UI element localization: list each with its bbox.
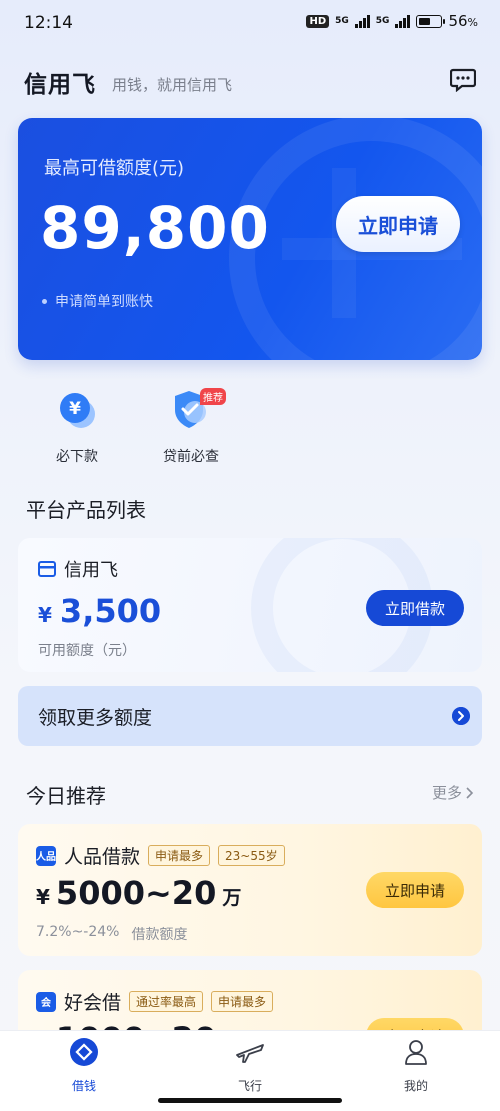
- more-quota-label: 领取更多额度: [38, 706, 153, 729]
- status-time: 12:14: [24, 13, 73, 33]
- battery-text: 56%: [448, 12, 478, 30]
- more-link[interactable]: 更多: [432, 782, 474, 803]
- credit-limit-amount: 89,800: [40, 194, 270, 262]
- borrow-now-button[interactable]: 立即借款: [366, 590, 464, 626]
- credit-limit-card: 最高可借额度(元) 89,800 申请简单到账快 立即申请: [18, 118, 482, 360]
- status-icons: HD 5G 5G 56%: [306, 12, 478, 30]
- credit-card-icon: [38, 561, 56, 577]
- svg-text:¥: ¥: [69, 399, 81, 419]
- airplane-icon: [236, 1044, 264, 1063]
- product-tag: 通过率最高: [129, 991, 204, 1012]
- bottom-nav: 借钱 飞行 我的: [0, 1030, 500, 1111]
- product-name: 信用飞: [64, 560, 118, 581]
- recommend-card-head: 人品 人品借款 申请最多 23~55岁: [36, 842, 285, 869]
- battery-level: [419, 17, 431, 25]
- home-indicator[interactable]: [158, 1098, 342, 1103]
- loan-range: 5000~20: [55, 874, 217, 912]
- product-tag: 23~55岁: [218, 845, 285, 866]
- network-label-1: 5G: [335, 15, 349, 26]
- available-amount: 3,500: [59, 592, 162, 630]
- recommend-section-title: 今日推荐: [26, 784, 106, 808]
- recommend-sub: 7.2%~-24% 借款额度: [36, 924, 187, 944]
- network-label-2: 5G: [375, 15, 390, 26]
- recommend-amount: ¥ 5000~20 万: [36, 874, 241, 912]
- chevron-right-icon: [452, 707, 470, 725]
- recommend-product-name: 人品借款: [64, 846, 141, 868]
- product-logo-icon: 人品: [36, 845, 56, 866]
- app-slogan: 用钱，就用信用飞: [112, 75, 233, 94]
- product-tag: 申请最多: [211, 991, 274, 1012]
- nav-label: 借钱: [71, 1079, 96, 1093]
- yuan-coin-icon: ¥: [60, 393, 95, 428]
- currency-symbol: ¥: [38, 603, 52, 627]
- available-amount-label: 可用额度（元）: [38, 643, 136, 659]
- app-header: 信用飞 用钱，就用信用飞: [24, 62, 476, 102]
- currency-symbol: ¥: [36, 885, 50, 909]
- credit-limit-label: 最高可借额度(元): [44, 158, 185, 179]
- chevron-right-icon: [466, 786, 474, 799]
- interest-rate: 7.2%~-24%: [36, 924, 120, 940]
- battery-icon: [416, 14, 446, 28]
- bullet-dot: [42, 298, 47, 304]
- quick-action-pre-check[interactable]: 推荐 贷前必查: [136, 388, 246, 466]
- nav-tab-borrow[interactable]: 借钱: [24, 1037, 144, 1094]
- nav-tab-profile[interactable]: 我的: [356, 1037, 476, 1094]
- platform-section-title: 平台产品列表: [26, 498, 146, 522]
- more-link-label: 更多: [431, 784, 462, 802]
- quick-actions: ¥ 必下款 推荐 贷前必查: [24, 388, 324, 468]
- quick-action-must-loan[interactable]: ¥ 必下款: [22, 388, 132, 466]
- hero-note: 申请简单到账快: [42, 291, 153, 311]
- profile-icon: [405, 1040, 427, 1065]
- nav-tab-flight[interactable]: 飞行: [190, 1037, 310, 1094]
- nav-label: 我的: [403, 1079, 428, 1093]
- product-amount: ¥ 3,500: [38, 592, 161, 630]
- borrow-icon: [70, 1038, 98, 1066]
- nav-label: 飞行: [237, 1079, 262, 1093]
- product-tag: 申请最多: [148, 845, 211, 866]
- app-title: 信用飞: [24, 72, 96, 98]
- recommend-card-head: 会 好会借 通过率最高 申请最多: [36, 988, 274, 1015]
- product-card[interactable]: 信用飞 ¥ 3,500 可用额度（元） 立即借款: [18, 538, 482, 672]
- recommend-badge: 推荐: [200, 388, 226, 405]
- apply-now-button[interactable]: 立即申请: [366, 872, 464, 908]
- quick-action-label: 必下款: [56, 449, 98, 465]
- recommend-card[interactable]: 人品 人品借款 申请最多 23~55岁 ¥ 5000~20 万 7.2%~-24…: [18, 824, 482, 956]
- chat-bubble-icon[interactable]: [450, 68, 476, 92]
- status-bar: 12:14 HD 5G 5G 56%: [0, 0, 500, 46]
- signal-icon-2: [395, 14, 411, 28]
- signal-icon: [354, 14, 370, 28]
- quick-action-label: 贷前必查: [163, 449, 219, 465]
- recommend-product-name: 好会借: [64, 992, 122, 1014]
- rate-label: 借款额度: [131, 927, 188, 943]
- apply-now-button[interactable]: 立即申请: [336, 196, 460, 252]
- amount-unit: 万: [222, 887, 242, 909]
- product-logo-icon: 会: [36, 991, 56, 1012]
- hd-badge: HD: [306, 14, 330, 28]
- product-name-row: 信用飞: [38, 556, 118, 582]
- get-more-quota-bar[interactable]: 领取更多额度: [18, 686, 482, 746]
- hero-note-text: 申请简单到账快: [55, 294, 153, 310]
